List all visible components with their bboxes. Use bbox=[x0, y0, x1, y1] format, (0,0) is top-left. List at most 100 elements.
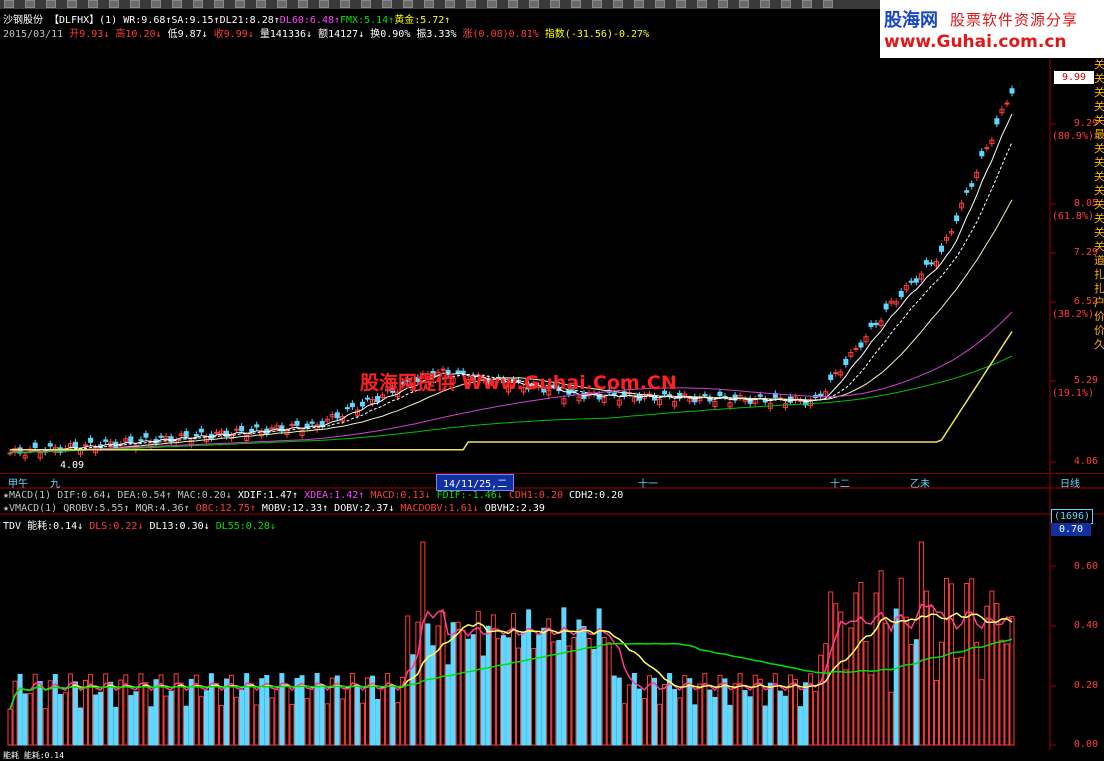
candle-body bbox=[717, 391, 723, 397]
candle-body bbox=[349, 402, 355, 408]
candle-body bbox=[858, 342, 864, 348]
volume-bar bbox=[430, 645, 436, 746]
dl55-line bbox=[9, 638, 1013, 710]
volume-bar bbox=[908, 643, 914, 746]
volume-bar bbox=[420, 541, 426, 746]
candle-body bbox=[289, 423, 295, 426]
volume-bar bbox=[566, 645, 572, 746]
pct-label-3: (38.2%) bbox=[1051, 309, 1094, 320]
volume-bar bbox=[652, 677, 658, 746]
period-label[interactable]: 日线 bbox=[1060, 475, 1080, 490]
indicator-item: MOBV:12.33↑ bbox=[261, 503, 335, 514]
volume-bar bbox=[77, 707, 83, 746]
volume-bar bbox=[465, 638, 471, 746]
date-label-9: 九 bbox=[50, 479, 60, 490]
low-marker: 4.09 bbox=[60, 460, 85, 471]
vmacd-indicator-line[interactable]: ★VMACD(1) QROBV:5.55↑ MQR:4.36↑ OBC:12.7… bbox=[3, 503, 545, 514]
volume-bar bbox=[269, 697, 275, 746]
volume-bar bbox=[999, 639, 1005, 746]
candle-body bbox=[757, 394, 763, 397]
volume-bar bbox=[546, 618, 552, 746]
volume-bar bbox=[213, 683, 219, 746]
volume-bar bbox=[913, 639, 919, 746]
sub-badge-count: (1696) bbox=[1051, 509, 1093, 524]
candle-body bbox=[158, 435, 164, 438]
volume-bar bbox=[918, 541, 924, 746]
volume-bar bbox=[898, 577, 904, 746]
volume-bar bbox=[727, 704, 733, 746]
tdv-indicator-line[interactable]: TDV 能耗:0.14↓ DLS:0.22↓ DL13:0.30↓ DL55:0… bbox=[3, 517, 276, 532]
volume-bar bbox=[500, 635, 506, 746]
candle-body bbox=[1009, 88, 1015, 94]
candle-body bbox=[853, 347, 859, 350]
indicator-item: MACD:0.13↓ bbox=[370, 490, 437, 501]
volume-bar bbox=[521, 631, 527, 746]
candle-body bbox=[294, 420, 300, 426]
price-label-5: 5.29 bbox=[1073, 375, 1098, 386]
current-price-tag: 9.99 bbox=[1054, 71, 1094, 84]
indicator-item: CDH2:0.20 bbox=[569, 490, 624, 501]
volume-bar bbox=[359, 702, 365, 746]
volume-bar bbox=[234, 696, 240, 746]
candle-body bbox=[964, 190, 970, 193]
volume-bar bbox=[455, 621, 461, 746]
side-panel-text: 关关关关关最关关关关关关关关道扎扎户价价久 bbox=[1094, 58, 1104, 351]
volume-bar bbox=[445, 664, 451, 746]
candle-body bbox=[908, 280, 914, 283]
candle-body bbox=[913, 278, 919, 283]
volume-bar bbox=[616, 677, 622, 746]
volume-bar bbox=[949, 583, 955, 746]
volume-bar bbox=[375, 699, 381, 746]
candle-body bbox=[939, 245, 945, 252]
indicator-item: CDH1:0.20 bbox=[508, 490, 570, 501]
volume-bars bbox=[7, 541, 1015, 746]
volume-bar bbox=[274, 689, 280, 746]
volume-bar bbox=[168, 690, 174, 746]
date-cursor[interactable]: 14/11/25,二 bbox=[436, 474, 515, 491]
volume-bar bbox=[974, 641, 980, 746]
volume-bar bbox=[98, 691, 104, 746]
volume-bar bbox=[344, 688, 350, 746]
indicator-item: MACD(1) bbox=[9, 490, 58, 501]
volume-bar bbox=[944, 577, 950, 746]
candle-body bbox=[254, 424, 260, 428]
indicator-item: DL55:0.28↓ bbox=[215, 521, 276, 532]
volume-bar bbox=[17, 673, 23, 746]
volume-bar bbox=[878, 570, 884, 746]
candle-body bbox=[873, 322, 879, 326]
volume-bar bbox=[7, 708, 13, 746]
volume-bar bbox=[697, 683, 703, 746]
volume-bar bbox=[677, 697, 683, 746]
volume-bar bbox=[249, 683, 255, 746]
volume-bar bbox=[153, 679, 159, 746]
indicator-item: XDIF:1.47↑ bbox=[237, 490, 305, 501]
volume-bar bbox=[83, 679, 89, 746]
volume-bar bbox=[657, 703, 663, 746]
candle-body bbox=[359, 401, 365, 407]
pct-label-2: (61.8%) bbox=[1051, 211, 1094, 222]
volume-bar bbox=[591, 648, 597, 746]
volume-bar bbox=[757, 678, 763, 746]
candle-body bbox=[898, 290, 904, 297]
volume-bar bbox=[188, 678, 194, 746]
volume-bar bbox=[460, 629, 466, 746]
candle-body bbox=[702, 394, 708, 397]
volume-bar bbox=[364, 677, 370, 746]
candle-body bbox=[928, 262, 934, 265]
volume-bar bbox=[662, 684, 668, 746]
indicator-item: DEA:0.54↑ bbox=[117, 490, 178, 501]
volume-bar bbox=[72, 681, 78, 746]
volume-bar bbox=[843, 669, 849, 746]
indicator-item: FDIF:-1.46↓ bbox=[436, 490, 509, 501]
candle-body bbox=[239, 425, 245, 432]
macd-indicator-line[interactable]: ★MACD(1) DIF:0.64↓ DEA:0.54↑ MAC:0.20↓ X… bbox=[3, 490, 623, 501]
bottom-status: 能耗 能耗:0.14 bbox=[3, 751, 64, 760]
volume-bar bbox=[319, 684, 325, 746]
volume-bar bbox=[12, 680, 18, 746]
volume-bar bbox=[289, 703, 295, 746]
volume-bar bbox=[42, 708, 48, 746]
sub-label-3: 0.20 bbox=[1073, 680, 1098, 691]
candle-body bbox=[596, 393, 602, 400]
volume-bar bbox=[813, 691, 819, 746]
volume-bar bbox=[641, 698, 647, 746]
